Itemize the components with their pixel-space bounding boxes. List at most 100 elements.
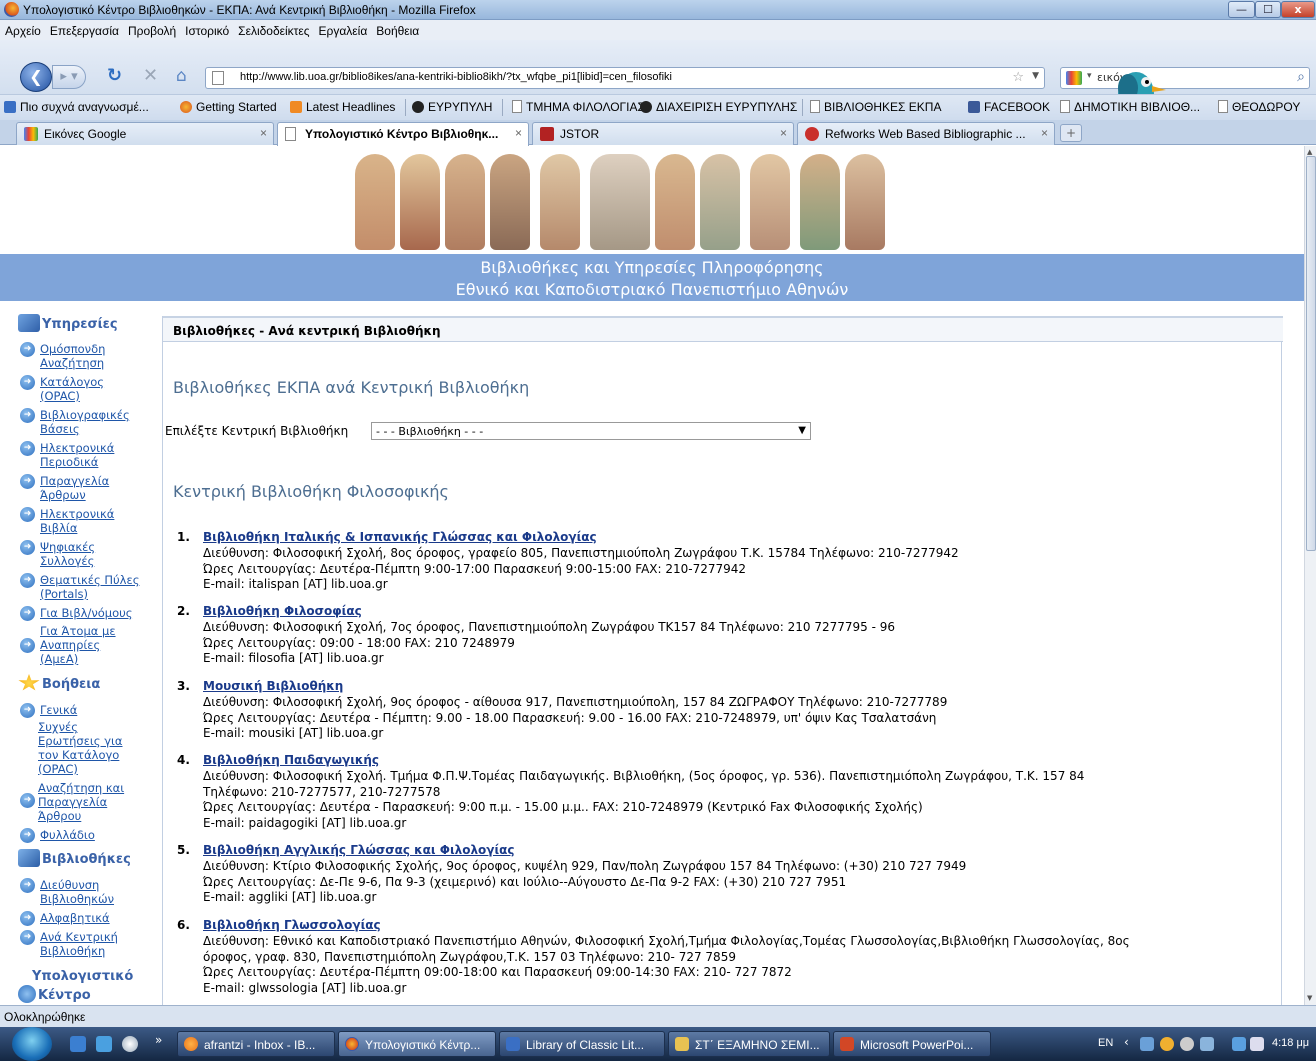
- security-icon[interactable]: [1160, 1037, 1174, 1051]
- sidebar-link[interactable]: Για Βιβλ/νόμους: [40, 606, 133, 620]
- clock[interactable]: 4:18 μμ: [1272, 1037, 1309, 1049]
- bookmark-latest-headlines[interactable]: Latest Headlines: [290, 100, 395, 114]
- menu-help[interactable]: Βοήθεια: [371, 20, 423, 38]
- sidebar-link[interactable]: Συχνές Ερωτήσεις για τον Κατάλογο (OPAC): [38, 720, 123, 776]
- minimize-button[interactable]: —: [1228, 1, 1255, 18]
- bookmark-facebook[interactable]: FACEBOOK: [968, 100, 1050, 114]
- tab-google-images[interactable]: Εικόνες Google ×: [16, 122, 274, 145]
- sidebar-link[interactable]: Φυλλάδιο: [40, 828, 95, 842]
- menu-tools[interactable]: Εργαλεία: [314, 20, 372, 38]
- sidebar-link[interactable]: Ομόσπονδη Αναζήτηση: [40, 342, 105, 370]
- bookmark-most-visited[interactable]: Πιο συχνά αναγνωσμέ...: [4, 100, 149, 114]
- quicklaunch-chevron[interactable]: »: [155, 1033, 162, 1047]
- new-tab-button[interactable]: +: [1060, 124, 1082, 142]
- show-hidden-icons-icon[interactable]: ‹: [1124, 1035, 1129, 1049]
- central-library-select[interactable]: - - - Βιβλιοθήκη - - - ▼: [371, 422, 811, 440]
- library-link[interactable]: Βιβλιοθήκη Φιλοσοφίας: [203, 604, 362, 620]
- scroll-up-icon[interactable]: ▲: [1307, 148, 1312, 156]
- stop-button[interactable]: ✕: [143, 65, 158, 86]
- link-line: (ΑμεΑ): [40, 652, 79, 666]
- bookmark-getting-started[interactable]: Getting Started: [180, 100, 277, 114]
- back-button[interactable]: ❮: [20, 62, 52, 92]
- library-link[interactable]: Βιβλιοθήκη Αγγλικής Γλώσσας και Φιλολογί…: [203, 843, 515, 859]
- show-desktop-icon[interactable]: [70, 1036, 86, 1052]
- tab-close-icon[interactable]: ×: [1041, 126, 1048, 140]
- google-icon[interactable]: [1066, 71, 1082, 85]
- page-icon: [212, 71, 224, 85]
- item-number: 4.: [177, 753, 190, 767]
- library-link[interactable]: Βιβλιοθήκη Γλωσσολογίας: [203, 918, 381, 934]
- window-switcher-icon[interactable]: [96, 1036, 112, 1052]
- url-dropdown-icon[interactable]: ▼: [1032, 71, 1039, 81]
- volume-icon[interactable]: [1250, 1037, 1264, 1051]
- tab-refworks[interactable]: Refworks Web Based Bibliographic ... ×: [797, 122, 1055, 145]
- language-indicator[interactable]: EN: [1098, 1037, 1113, 1049]
- display-icon[interactable]: [1232, 1037, 1246, 1051]
- jstor-icon: [540, 127, 554, 141]
- tab-jstor[interactable]: JSTOR ×: [532, 122, 794, 145]
- menu-bookmarks[interactable]: Σελιδοδείκτες: [233, 20, 313, 38]
- bookmark-tmima-filologias[interactable]: ΤΜΗΜΑ ΦΙΛΟΛΟΓΙΑΣ: [512, 100, 645, 114]
- sidebar-link[interactable]: Ανά Κεντρική Βιβλιοθήκη: [40, 930, 118, 958]
- bookmark-label: Getting Started: [196, 100, 277, 114]
- sidebar-link[interactable]: Ψηφιακές Συλλογές: [40, 540, 95, 568]
- sidebar-link[interactable]: Ηλεκτρονικά Περιοδικά: [40, 441, 114, 469]
- url-text[interactable]: http://www.lib.uoa.gr/biblio8ikes/ana-ke…: [240, 71, 672, 83]
- address-bar[interactable]: http://www.lib.uoa.gr/biblio8ikes/ana-ke…: [205, 67, 1045, 89]
- sidebar-link[interactable]: Παραγγελία Άρθρων: [40, 474, 109, 502]
- sidebar-link[interactable]: Κατάλογος (OPAC): [40, 375, 104, 403]
- tab-close-icon[interactable]: ×: [515, 126, 522, 140]
- sidebar-link[interactable]: Γενικά: [40, 703, 77, 717]
- tab-computing-center[interactable]: Υπολογιστικό Κέντρο Βιβλιοθηκ... ×: [277, 122, 529, 146]
- tab-close-icon[interactable]: ×: [260, 126, 267, 140]
- bookmark-eurypyli[interactable]: ΕΥΡΥΠΥΛΗ: [412, 100, 492, 114]
- settings-icon[interactable]: [1180, 1037, 1194, 1051]
- sidebar-link[interactable]: Αλφαβητικά: [40, 911, 110, 925]
- search-bar[interactable]: ▾ εικόνες ⌕: [1060, 67, 1310, 89]
- sidebar-link[interactable]: Θεματικές Πύλες (Portals): [40, 573, 139, 601]
- taskbar-item-inbox[interactable]: afrantzi - Inbox - IB...: [177, 1031, 335, 1057]
- link-line: Παραγγελία: [40, 474, 110, 488]
- bookmark-vivliothikes-ekpa[interactable]: ΒΙΒΛΙΟΘΗΚΕΣ ΕΚΠΑ: [810, 100, 941, 114]
- sidebar-link[interactable]: Για Άτομα με Αναπηρίες (ΑμεΑ): [40, 624, 116, 666]
- media-player-icon[interactable]: [122, 1036, 138, 1052]
- search-engine-dropdown-icon[interactable]: ▾: [1087, 71, 1092, 81]
- update-icon[interactable]: [1200, 1037, 1214, 1051]
- scroll-down-icon[interactable]: ▼: [1307, 994, 1312, 1002]
- maximize-button[interactable]: ☐: [1255, 1, 1281, 18]
- email-line: E-mail: glwssologia [AT] lib.uoa.gr: [203, 980, 407, 995]
- sidebar-link[interactable]: Αναζήτηση και Παραγγελία Άρθρου: [38, 781, 124, 823]
- menu-edit[interactable]: Επεξεργασία: [45, 20, 123, 38]
- tab-close-icon[interactable]: ×: [780, 126, 787, 140]
- menu-view[interactable]: Προβολή: [123, 20, 180, 38]
- close-window-button[interactable]: x: [1281, 1, 1315, 18]
- network-icon[interactable]: [1140, 1037, 1154, 1051]
- reload-button[interactable]: ↻: [107, 65, 122, 86]
- taskbar-item-library-classic[interactable]: Library of Classic Lit...: [499, 1031, 665, 1057]
- home-button[interactable]: ⌂: [176, 66, 187, 86]
- vertical-scrollbar[interactable]: ▲ ▼: [1304, 146, 1316, 1005]
- link-line: Ανά Κεντρική: [40, 930, 118, 944]
- search-icon[interactable]: ⌕: [1297, 69, 1305, 85]
- bookmark-dimotiki-vivliothiki[interactable]: ΔΗΜΟΤΙΚΗ ΒΙΒΛΙΟΘ...: [1060, 100, 1200, 114]
- bookmark-diaxeirisi-eurypylis[interactable]: ΔΙΑΧΕΙΡΙΣΗ ΕΥΡΥΠΥΛΗΣ: [640, 100, 797, 114]
- menu-history[interactable]: Ιστορικό: [180, 20, 233, 38]
- home-icon: ⌂: [176, 66, 187, 86]
- sidebar-link[interactable]: Ηλεκτρονικά Βιβλία: [40, 507, 114, 535]
- taskbar-item-powerpoint[interactable]: Microsoft PowerPoi...: [833, 1031, 991, 1057]
- forward-button[interactable]: ▸ ▾: [52, 65, 86, 89]
- library-link[interactable]: Βιβλιοθήκη Παιδαγωγικής: [203, 753, 379, 769]
- taskbar-item-folder[interactable]: ΣΤ΄ ΕΞΑΜΗΝΟ ΣΕΜΙ...: [668, 1031, 830, 1057]
- scroll-thumb[interactable]: [1306, 156, 1316, 551]
- library-link[interactable]: Μουσική Βιβλιοθήκη: [203, 679, 343, 695]
- chevron-down-icon[interactable]: ▼: [798, 425, 806, 436]
- bookmark-theodorou[interactable]: ΘΕΟΔΩΡΟΥ: [1218, 100, 1300, 114]
- taskbar-item-firefox[interactable]: Υπολογιστικό Κέντρ...: [338, 1031, 496, 1057]
- library-link[interactable]: Βιβλιοθήκη Ιταλικής & Ισπανικής Γλώσσας …: [203, 530, 597, 546]
- sidebar-link[interactable]: Διεύθυνση Βιβλιοθηκών: [40, 878, 114, 906]
- start-button[interactable]: [12, 1027, 52, 1061]
- sidebar-link[interactable]: Βιβλιογραφικές Βάσεις: [40, 408, 130, 436]
- bookmark-star-icon[interactable]: ☆: [1012, 70, 1024, 85]
- menu-file[interactable]: Αρχείο: [0, 20, 45, 38]
- back-arrow-icon: ❮: [29, 67, 43, 86]
